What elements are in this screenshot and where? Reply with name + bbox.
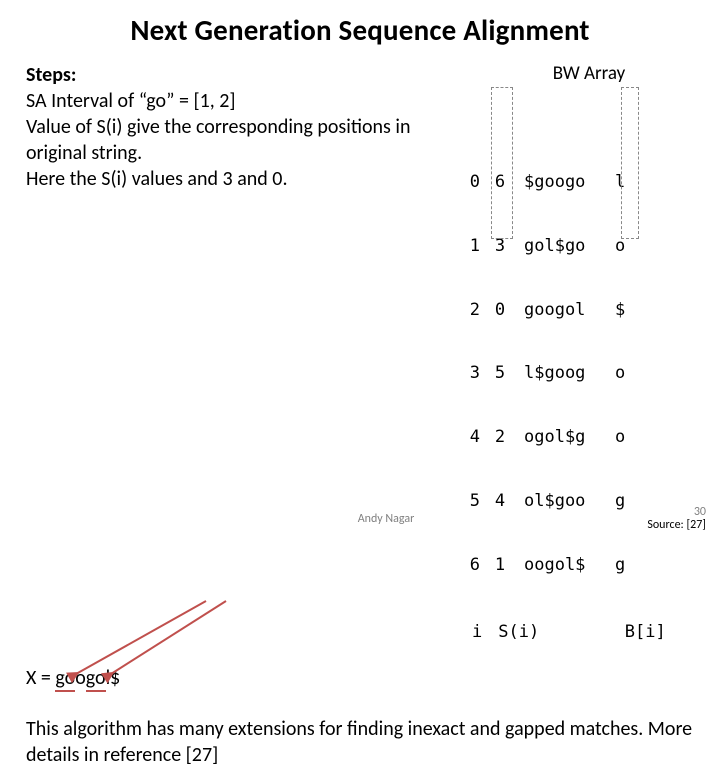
- googol-part3: go: [86, 666, 106, 692]
- dashed-box-b-col: [621, 87, 639, 239]
- googol-string: X = googol$: [26, 666, 694, 690]
- table-row: 61oogol$g: [464, 555, 694, 576]
- steps-line2: Value of S(i) give the corresponding pos…: [26, 115, 410, 165]
- googol-part1: go: [55, 666, 75, 692]
- table-row: 13gol$goo: [464, 236, 694, 257]
- steps-block: Steps: SA Interval of “go” = [1, 2] Valu…: [26, 62, 464, 192]
- page-number: 30: [694, 505, 706, 519]
- slide-title: Next Generation Sequence Alignment: [26, 12, 694, 48]
- table-row: 35l$googo: [464, 363, 694, 384]
- bw-array-block: BW Array 06$googol 13gol$goo 20googol$ 3…: [464, 62, 694, 642]
- table-row: 20googol$: [464, 300, 694, 321]
- bw-table: 06$googol 13gol$goo 20googol$ 35l$googo …: [464, 87, 694, 618]
- footer-author: Andy Nagar: [26, 512, 720, 526]
- table-row: 06$googol: [464, 172, 694, 193]
- steps-label: Steps:: [26, 63, 76, 87]
- dashed-box-s-col: [491, 87, 513, 239]
- source-ref: Source: [27]: [647, 518, 706, 532]
- table-row: 42ogol$go: [464, 427, 694, 448]
- footer-right: 30 Source: [27]: [647, 506, 706, 532]
- steps-line1: SA Interval of “go” = [1, 2]: [26, 89, 236, 113]
- googol-part2: o: [75, 666, 86, 690]
- bw-axis-labels: i S(i) B[i]: [472, 622, 694, 642]
- algorithm-note: This algorithm has many extensions for f…: [26, 716, 694, 768]
- steps-line3: Here the S(i) values and 3 and 0.: [26, 167, 288, 191]
- bw-array-label: BW Array: [484, 62, 694, 85]
- googol-part4: l$: [106, 666, 121, 690]
